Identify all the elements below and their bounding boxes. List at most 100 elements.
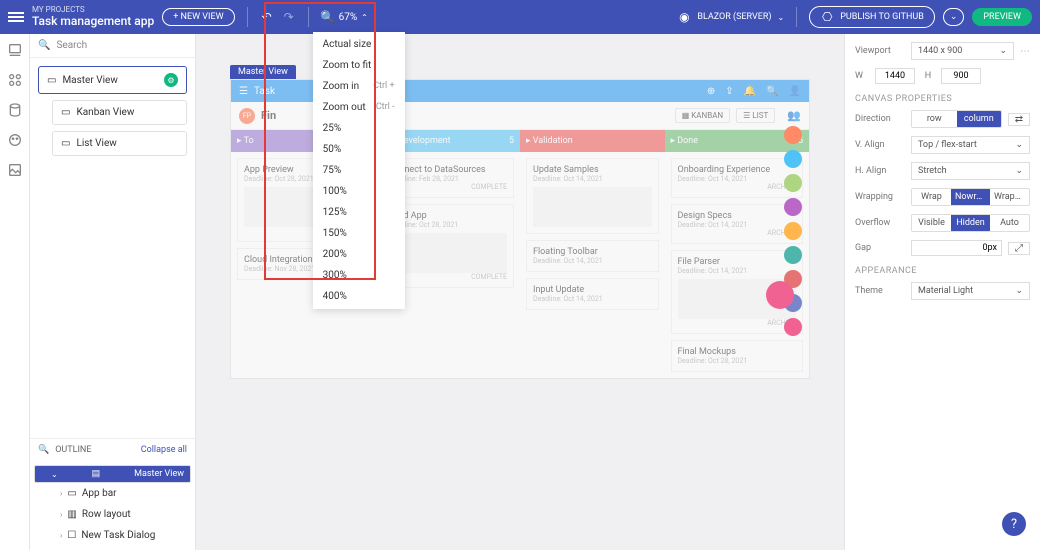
framework-icon: ◉ — [677, 10, 691, 24]
zoom-in[interactable]: Zoom inCtrl + — [313, 76, 405, 97]
tree-master-view[interactable]: ⌄▤Master View — [34, 465, 191, 483]
left-panel: 🔍 Search ▭ Master View ⚙ ▭ Kanban View ▭… — [30, 34, 196, 550]
width-input[interactable] — [875, 68, 915, 84]
wrap-nowrap[interactable]: Nowrap — [951, 189, 990, 205]
plus-icon: ⊕ — [707, 86, 715, 97]
dir-column[interactable]: column — [957, 111, 1002, 127]
zoom-50[interactable]: 50% — [313, 139, 405, 160]
fab-add — [766, 281, 794, 309]
app-name: Task management app — [32, 15, 154, 28]
search-icon: 🔍 — [38, 445, 49, 455]
redo-icon[interactable]: ↷ — [282, 10, 296, 24]
wrap-reverse[interactable]: WrapRe… — [990, 189, 1029, 205]
data-icon[interactable] — [7, 102, 23, 118]
halign-select[interactable]: Stretch⌄ — [911, 162, 1030, 180]
project-title[interactable]: MY PROJECTS Task management app — [32, 6, 154, 28]
tree-app-bar[interactable]: ›▭App bar — [30, 483, 195, 504]
valign-select[interactable]: Top / flex-start⌄ — [911, 136, 1030, 154]
row-icon: ▥ — [67, 509, 76, 520]
search-icon: 🔍 — [38, 40, 50, 51]
outline-title: OUTLINE — [55, 445, 91, 455]
viewport-select[interactable]: 1440 x 900⌄ — [911, 42, 1014, 60]
zoom-150[interactable]: 150% — [313, 223, 405, 244]
zoom-dropdown[interactable]: 🔍 67% ⌃ — [321, 10, 368, 24]
tool-rail — [0, 34, 30, 550]
tree-row-layout[interactable]: ›▥Row layout — [30, 504, 195, 525]
help-button[interactable]: ? — [1002, 512, 1026, 536]
ov-auto[interactable]: Auto — [990, 215, 1029, 231]
view-icon: ▭ — [47, 75, 56, 86]
share-icon: ⇪ — [725, 86, 733, 97]
bell-icon: 🔔 — [744, 86, 756, 97]
assets-icon[interactable] — [7, 162, 23, 178]
avatar: FP — [239, 108, 255, 124]
undo-icon[interactable]: ↶ — [260, 10, 274, 24]
viewport-label: Viewport — [855, 46, 905, 56]
breadcrumb: MY PROJECTS — [32, 6, 154, 15]
view-icon: ▭ — [61, 138, 70, 149]
search-input[interactable]: 🔍 Search — [30, 34, 195, 58]
zoom-value: 67% — [339, 12, 358, 23]
zoom-200[interactable]: 200% — [313, 244, 405, 265]
dialog-icon: ☐ — [67, 530, 76, 541]
gap-input[interactable] — [911, 240, 1002, 256]
view-icon: ▤ — [92, 469, 101, 479]
menu-icon[interactable] — [8, 12, 24, 22]
view-master[interactable]: ▭ Master View ⚙ — [38, 66, 187, 94]
components-icon[interactable] — [7, 72, 23, 88]
publish-button[interactable]: ⎔ PUBLISH TO GITHUB — [809, 6, 935, 28]
zoom-25[interactable]: 25% — [313, 118, 405, 139]
appbar-icon: ▭ — [67, 488, 76, 499]
zoom-actual[interactable]: Actual size — [313, 34, 405, 55]
gear-icon[interactable]: ⚙ — [164, 73, 178, 87]
github-icon: ⎔ — [820, 10, 834, 24]
zoom-400[interactable]: 400% — [313, 286, 405, 307]
chevron-up-icon: ⌃ — [361, 13, 368, 22]
kanban-toggle: ▦ KANBAN — [675, 108, 730, 123]
view-kanban[interactable]: ▭ Kanban View — [52, 100, 187, 125]
publish-more[interactable]: ⌄ — [943, 8, 965, 26]
zoom-out[interactable]: Zoom outCtrl - — [313, 97, 405, 118]
menu-icon: ☰ — [239, 86, 248, 97]
canvas-props-section: CANVAS PROPERTIES — [855, 94, 1030, 104]
appearance-section: APPEARANCE — [855, 266, 1030, 276]
zoom-100[interactable]: 100% — [313, 181, 405, 202]
new-view-button[interactable]: + NEW VIEW — [162, 8, 234, 26]
properties-panel: Viewport 1440 x 900⌄ ⋯ W H CANVAS PROPER… — [844, 34, 1040, 550]
gap-lock-icon[interactable]: ⤢ — [1008, 242, 1030, 255]
zoom-125[interactable]: 125% — [313, 202, 405, 223]
top-bar: MY PROJECTS Task management app + NEW VI… — [0, 0, 1040, 34]
chevron-down-icon: ⌄ — [1015, 286, 1023, 296]
theme-icon[interactable] — [7, 132, 23, 148]
zoom-menu: Actual size Zoom to fit Zoom inCtrl + Zo… — [313, 32, 405, 309]
canvas[interactable]: Master View ☰ Task ⊕ ⇪ 🔔 🔍 👤 FP Fin — [196, 34, 844, 550]
swap-icon[interactable]: ⇄ — [1008, 113, 1030, 126]
layers-icon[interactable] — [7, 42, 23, 58]
canvas-tab[interactable]: Master View — [230, 65, 296, 79]
search-icon: 🔍 — [766, 86, 778, 97]
users-icon: 👥 — [787, 109, 801, 122]
theme-select[interactable]: Material Light⌄ — [911, 282, 1030, 300]
zoom-fit[interactable]: Zoom to fit — [313, 55, 405, 76]
chevron-down-icon: ⌄ — [778, 13, 785, 22]
zoom-300[interactable]: 300% — [313, 265, 405, 286]
list-toggle: ☰ LIST — [736, 108, 775, 123]
ov-hidden[interactable]: Hidden — [951, 215, 990, 231]
view-icon: ▭ — [61, 107, 70, 118]
framework-select[interactable]: ◉ BLAZOR (SERVER) ⌄ — [677, 10, 784, 24]
collapse-all-link[interactable]: Collapse all — [141, 445, 187, 455]
ov-visible[interactable]: Visible — [912, 215, 951, 231]
zoom-75[interactable]: 75% — [313, 160, 405, 181]
user-icon: 👤 — [789, 86, 801, 97]
dir-row[interactable]: row — [912, 111, 957, 127]
tree-new-task-dialog[interactable]: ›☐New Task Dialog — [30, 525, 195, 546]
height-input[interactable] — [941, 68, 981, 84]
chevron-down-icon: ⌄ — [1015, 140, 1023, 150]
preview-button[interactable]: PREVIEW — [972, 8, 1032, 26]
wrap-wrap[interactable]: Wrap — [912, 189, 951, 205]
chevron-down-icon: ⌄ — [1015, 166, 1023, 176]
view-list[interactable]: ▭ List View — [52, 131, 187, 156]
chevron-down-icon: ⌄ — [999, 46, 1007, 56]
more-icon[interactable]: ⋯ — [1020, 46, 1030, 57]
magnify-icon: 🔍 — [321, 10, 335, 24]
